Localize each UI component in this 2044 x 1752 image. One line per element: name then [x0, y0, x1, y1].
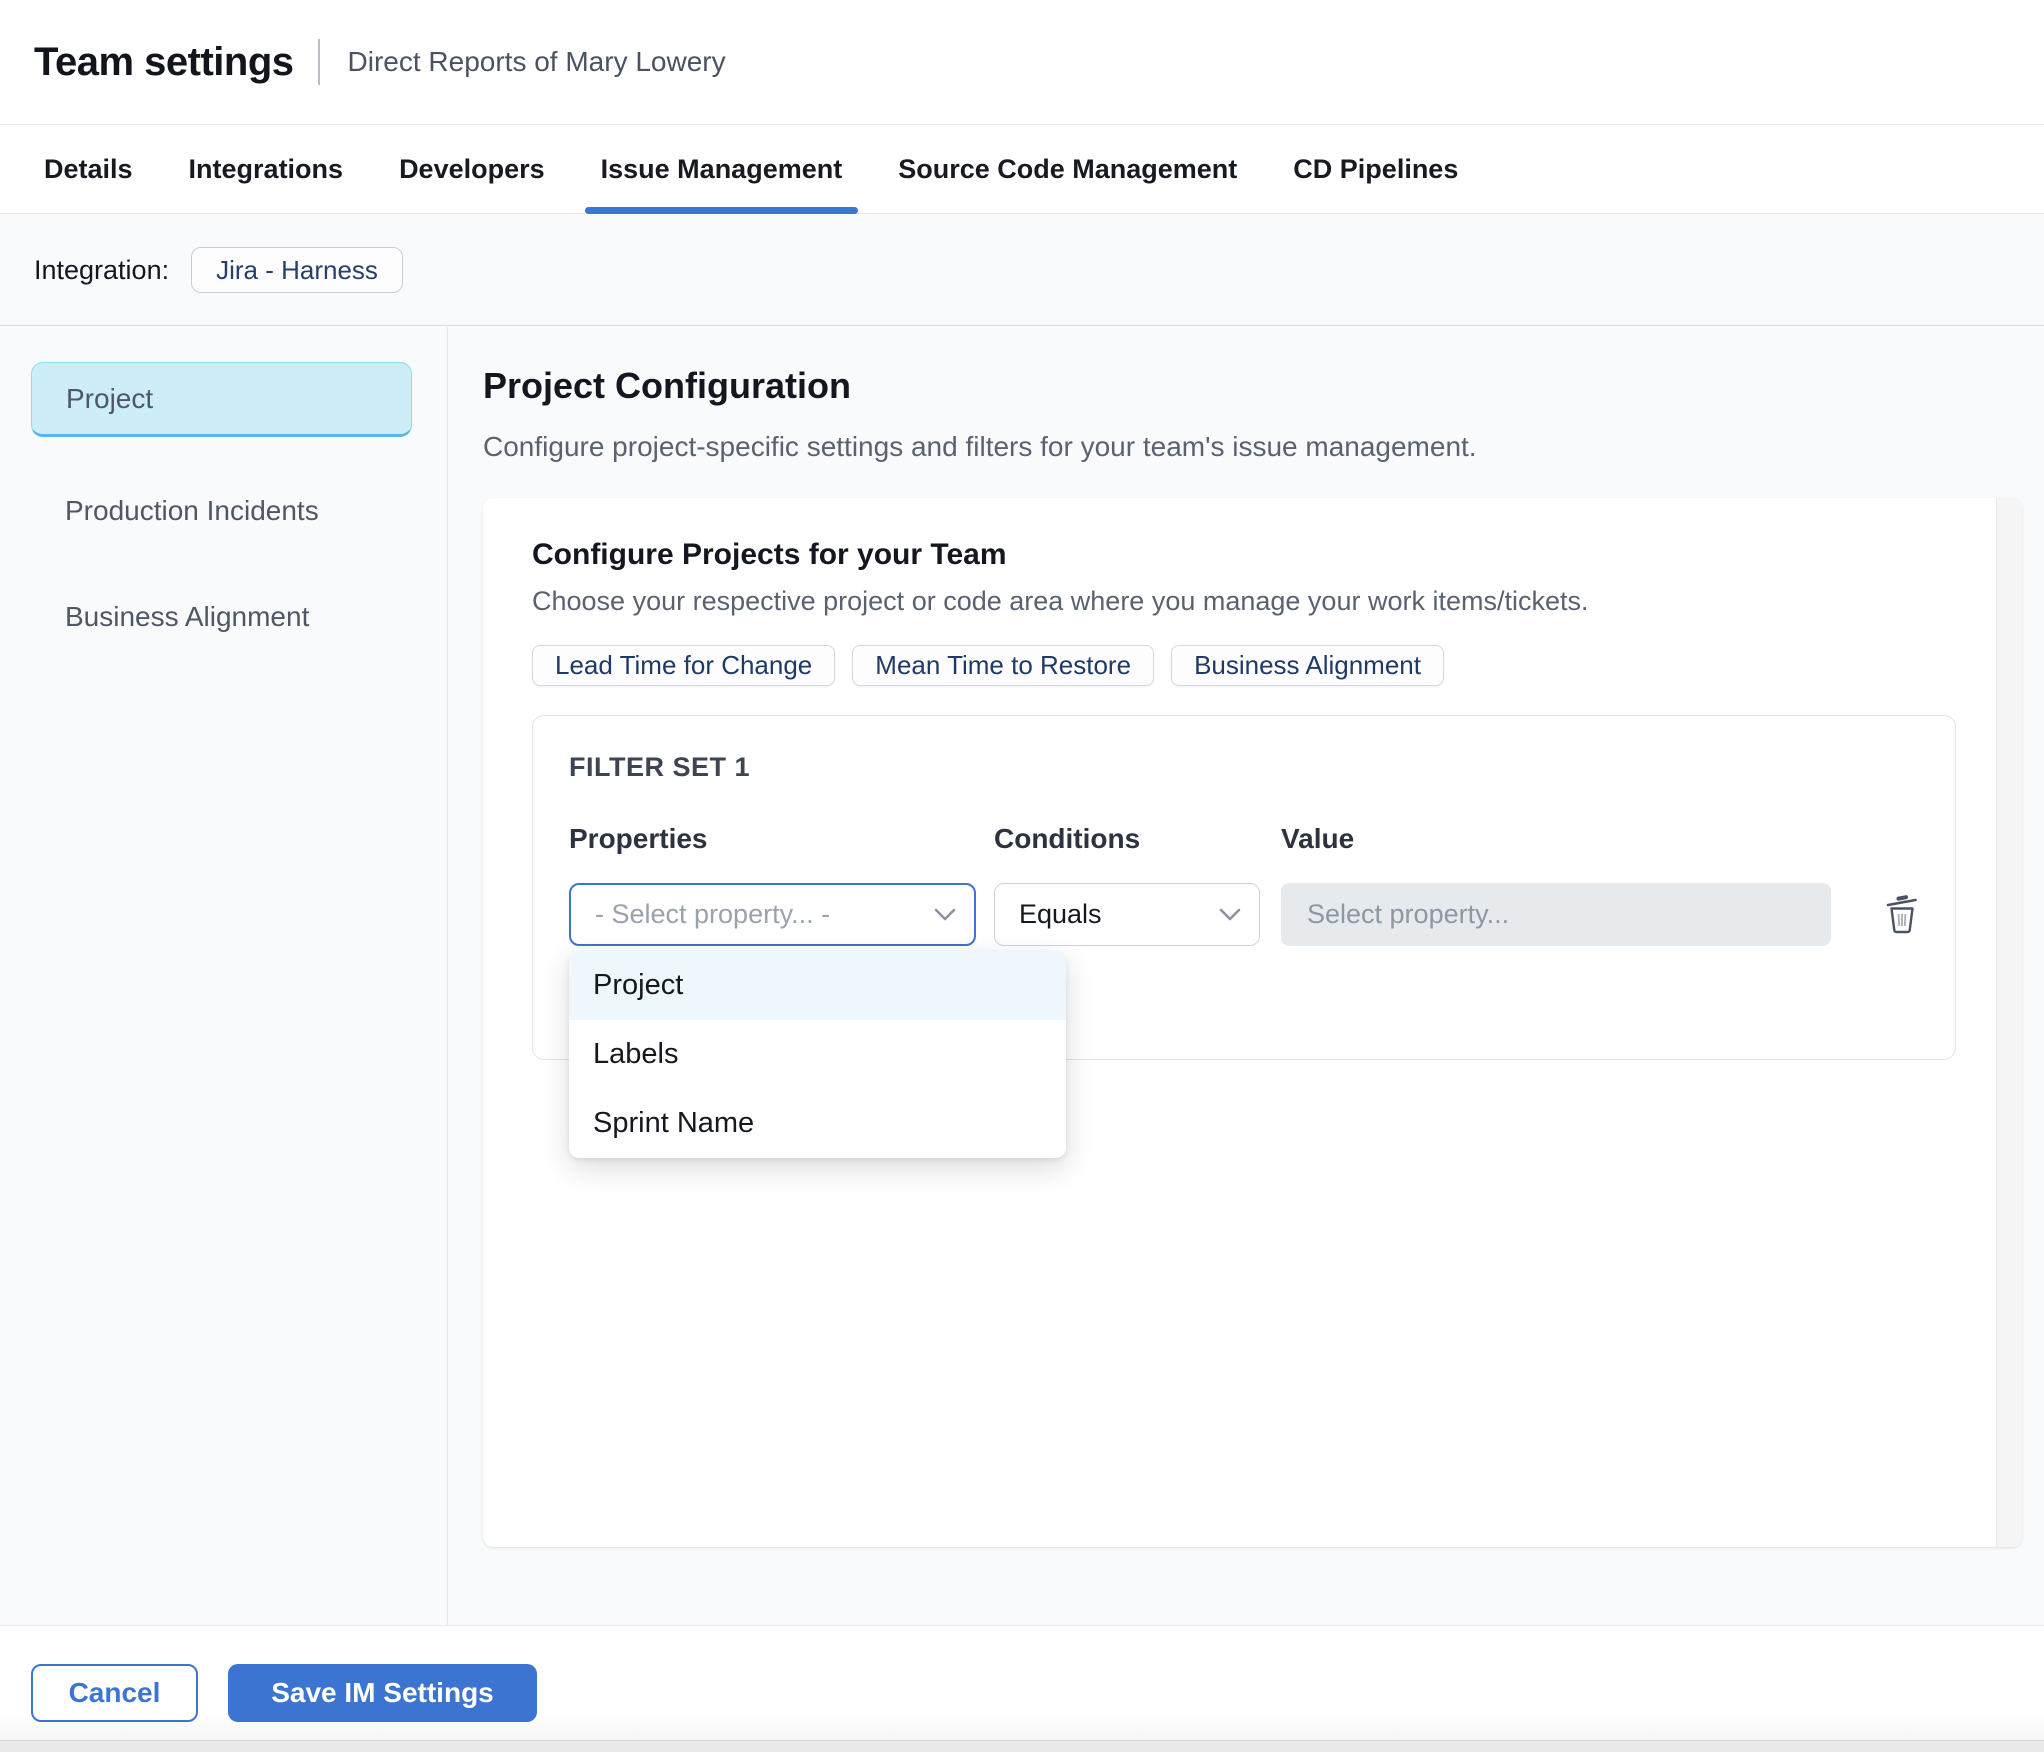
- configure-projects-card: Configure Projects for your Team Choose …: [483, 498, 2022, 1547]
- chip-business-alignment[interactable]: Business Alignment: [1171, 645, 1444, 686]
- column-header-conditions: Conditions: [994, 823, 1141, 854]
- team-settings-page: Team settings Direct Reports of Mary Low…: [0, 0, 2044, 1752]
- column-header-properties: Properties: [569, 823, 708, 854]
- chevron-down-icon: [934, 908, 956, 922]
- properties-select-placeholder: - Select property... -: [595, 899, 831, 929]
- chip-mean-time-to-restore[interactable]: Mean Time to Restore: [852, 645, 1155, 686]
- dropdown-option-sprint-name[interactable]: Sprint Name: [569, 1089, 1066, 1158]
- tab-developers[interactable]: Developers: [399, 126, 545, 214]
- title-divider: [317, 39, 320, 85]
- properties-dropdown: Project Labels Sprint Name: [569, 951, 1066, 1158]
- save-im-settings-button[interactable]: Save IM Settings: [228, 1664, 537, 1722]
- conditions-select-value: Equals: [1019, 899, 1102, 929]
- page-subtitle: Direct Reports of Mary Lowery: [347, 46, 726, 77]
- tab-bar: Details Integrations Developers Issue Ma…: [0, 126, 2044, 214]
- page-title: Team settings: [34, 39, 294, 84]
- card-subtitle: Choose your respective project or code a…: [532, 586, 1589, 616]
- integration-row: Integration: Jira - Harness: [0, 215, 2044, 326]
- tab-integrations[interactable]: Integrations: [189, 126, 344, 214]
- conditions-select[interactable]: Equals: [994, 883, 1260, 946]
- filter-set-1: FILTER SET 1 Properties Conditions Value…: [532, 715, 1956, 1158]
- tab-details[interactable]: Details: [44, 126, 133, 214]
- section-heading: Project Configuration: [483, 365, 851, 406]
- card-scrollbar-track[interactable]: [1996, 498, 2022, 1547]
- filter-row: - Select property... - Equals Select pro…: [569, 883, 1955, 1158]
- dropdown-option-project[interactable]: Project: [569, 951, 1066, 1020]
- metric-chips-row: Lead Time for Change Mean Time to Restor…: [532, 645, 2022, 686]
- sidebar-item-business-alignment[interactable]: Business Alignment: [31, 579, 412, 654]
- value-input[interactable]: [1281, 883, 1831, 946]
- main-panel: Project Configuration Configure project-…: [448, 327, 2044, 1625]
- tab-source-code-management[interactable]: Source Code Management: [898, 126, 1237, 214]
- chip-lead-time-for-change[interactable]: Lead Time for Change: [532, 645, 836, 686]
- filter-set-title: FILTER SET 1: [569, 752, 751, 782]
- dropdown-option-labels[interactable]: Labels: [569, 1020, 1066, 1089]
- integration-chip-jira-harness[interactable]: Jira - Harness: [191, 247, 403, 293]
- properties-select[interactable]: - Select property... -: [569, 883, 976, 946]
- trash-icon: [1884, 892, 1920, 937]
- bottom-edge-strip: [0, 1740, 2044, 1752]
- sidebar-item-production-incidents[interactable]: Production Incidents: [31, 473, 412, 548]
- tab-cd-pipelines[interactable]: CD Pipelines: [1293, 126, 1458, 214]
- column-header-value: Value: [1281, 823, 1355, 854]
- tab-issue-management[interactable]: Issue Management: [584, 126, 858, 214]
- page-header: Team settings Direct Reports of Mary Low…: [0, 0, 2044, 125]
- section-description: Configure project-specific settings and …: [483, 431, 1477, 462]
- delete-filter-button[interactable]: [1880, 888, 1924, 941]
- filter-column-headers: Properties Conditions Value: [569, 823, 1955, 855]
- integration-label: Integration:: [34, 254, 170, 285]
- content-area: Project Production Incidents Business Al…: [0, 327, 2044, 1626]
- footer-bar: Cancel Save IM Settings: [0, 1627, 2044, 1752]
- card-title: Configure Projects for your Team: [532, 538, 1007, 571]
- sidebar-item-project[interactable]: Project: [31, 362, 412, 437]
- cancel-button[interactable]: Cancel: [31, 1664, 198, 1722]
- chevron-down-icon: [1219, 908, 1241, 922]
- settings-sidebar: Project Production Incidents Business Al…: [0, 327, 448, 1625]
